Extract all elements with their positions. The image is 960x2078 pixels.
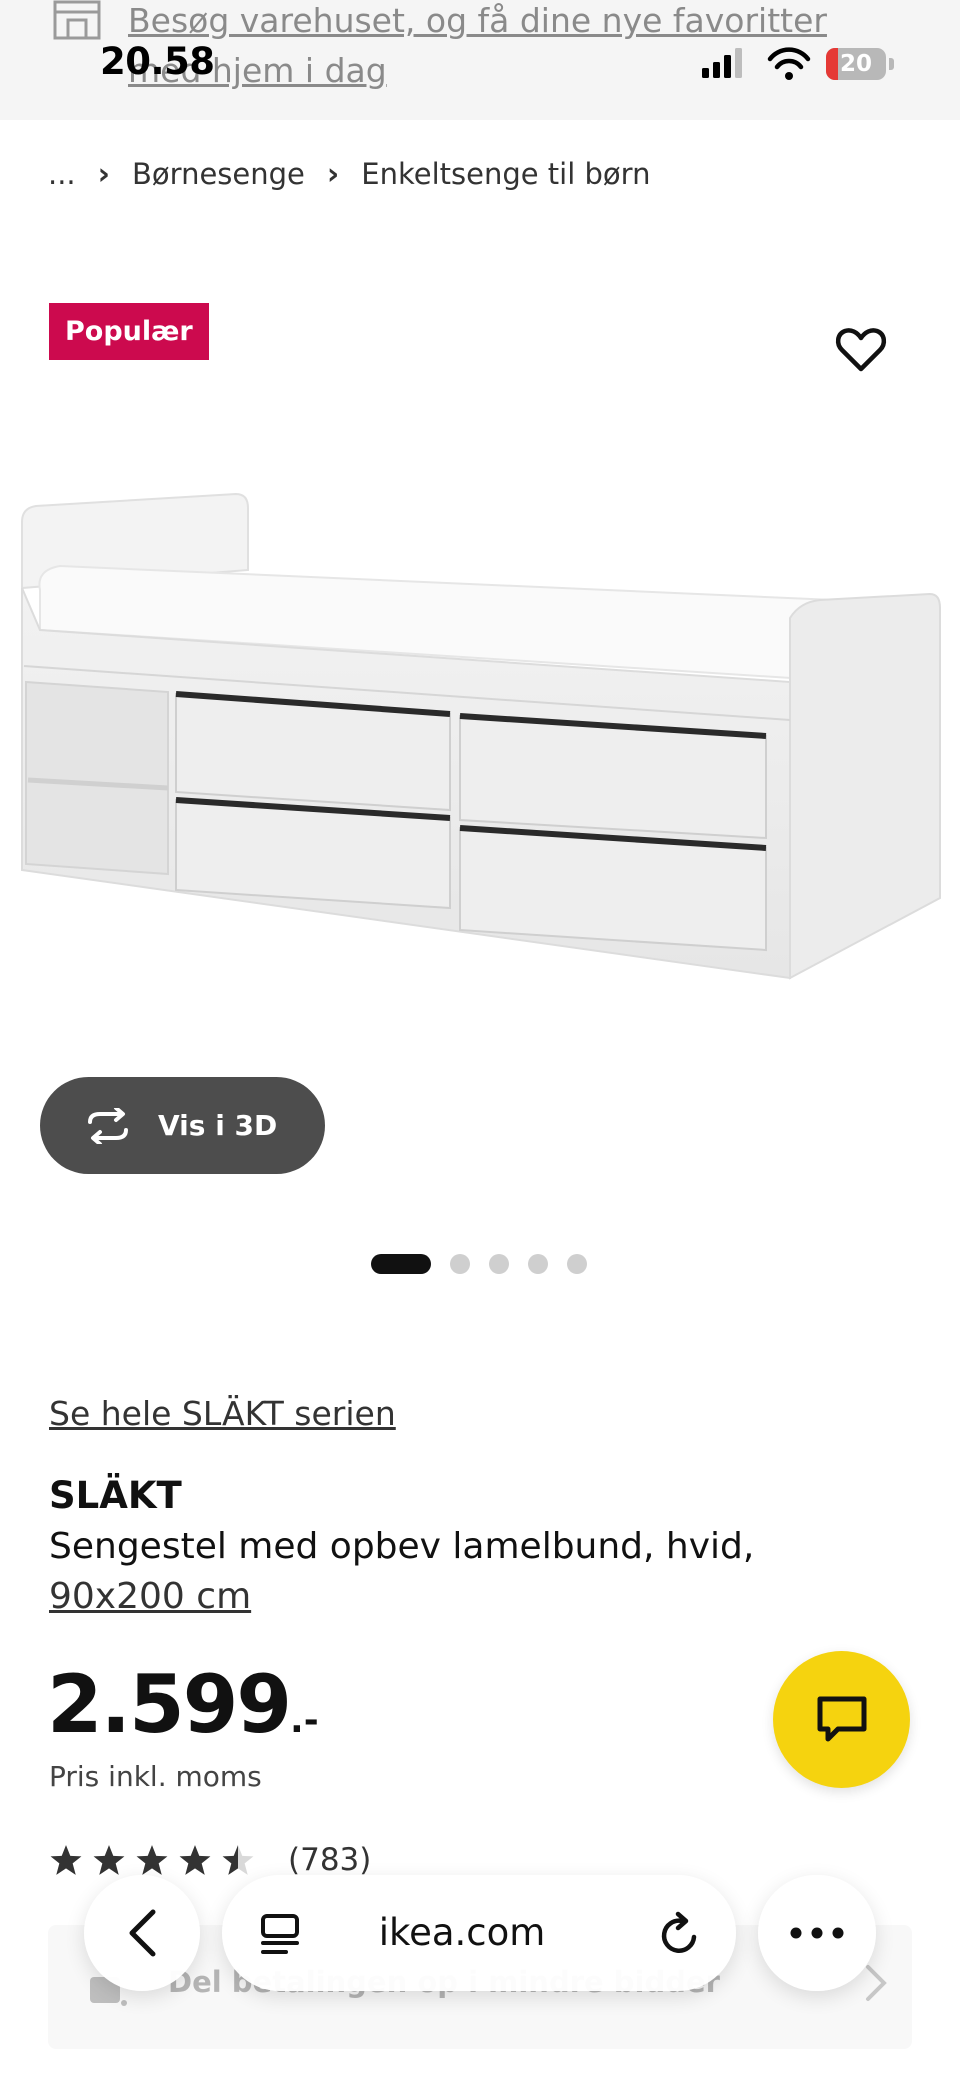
url-text: ikea.com: [378, 1911, 546, 1954]
product-name: SLÄKT: [49, 1474, 182, 1517]
cellular-signal-icon: [702, 48, 742, 78]
star-icon: [50, 1845, 82, 1875]
heart-icon[interactable]: [833, 322, 889, 378]
breadcrumb-ellipsis[interactable]: ...: [48, 157, 76, 191]
carousel-dot[interactable]: [371, 1254, 431, 1274]
store-icon: [53, 0, 101, 40]
carousel-dot[interactable]: [450, 1254, 470, 1274]
chat-button[interactable]: [773, 1651, 910, 1788]
status-bar: Besøg varehuset, og få dine nye favoritt…: [0, 0, 960, 120]
rating-stars: [49, 1844, 264, 1876]
reload-icon[interactable]: [658, 1911, 702, 1957]
product-size-link[interactable]: 90x200 cm: [49, 1572, 251, 1622]
battery-tip: [889, 58, 894, 70]
back-button[interactable]: [84, 1875, 200, 1991]
star-icon: [179, 1845, 211, 1875]
battery-icon: 20: [826, 48, 886, 80]
tabs-icon: [261, 1914, 299, 1954]
carousel-dot[interactable]: [528, 1254, 548, 1274]
view-3d-label: Vis i 3D: [158, 1109, 278, 1142]
price: 2.599 .-: [47, 1658, 319, 1751]
star-icon: [93, 1845, 125, 1875]
product-description: Sengestel med opbev lamelbund, hvid,: [49, 1526, 755, 1567]
wifi-icon: [767, 47, 811, 80]
series-link[interactable]: Se hele SLÄKT serien: [49, 1394, 396, 1433]
chat-bubble-icon: [817, 1696, 866, 1741]
view-3d-button[interactable]: Vis i 3D: [40, 1077, 325, 1174]
star-icon: [222, 1845, 254, 1875]
product-image[interactable]: [0, 470, 960, 990]
price-suffix: .-: [290, 1700, 319, 1741]
price-note: Pris inkl. moms: [49, 1760, 262, 1793]
price-main: 2.599: [47, 1658, 292, 1751]
breadcrumb: ... › Børnesenge › Enkeltsenge til børn: [48, 150, 650, 198]
ellipsis-icon: [790, 1927, 844, 1939]
chevron-right-icon: ›: [326, 156, 340, 192]
chevron-left-icon: [129, 1909, 156, 1957]
rating-count: (783): [288, 1842, 372, 1878]
battery-percent: 20: [839, 51, 872, 77]
more-options-button[interactable]: [758, 1875, 876, 1991]
popular-badge: Populær: [49, 303, 209, 360]
chevron-right-icon: ›: [97, 156, 111, 192]
carousel-dots: [371, 1254, 606, 1274]
breadcrumb-item-enkeltsenge[interactable]: Enkeltsenge til børn: [361, 157, 650, 191]
carousel-dot[interactable]: [489, 1254, 509, 1274]
carousel-dot[interactable]: [567, 1254, 587, 1274]
breadcrumb-item-boernesenge[interactable]: Børnesenge: [132, 157, 305, 191]
address-bar[interactable]: ikea.com: [222, 1875, 736, 1991]
rotate-3d-icon: [88, 1107, 128, 1144]
browser-toolbar: ikea.com: [0, 1875, 960, 1995]
star-icon: [136, 1845, 168, 1875]
clock: 20.58: [100, 40, 215, 83]
